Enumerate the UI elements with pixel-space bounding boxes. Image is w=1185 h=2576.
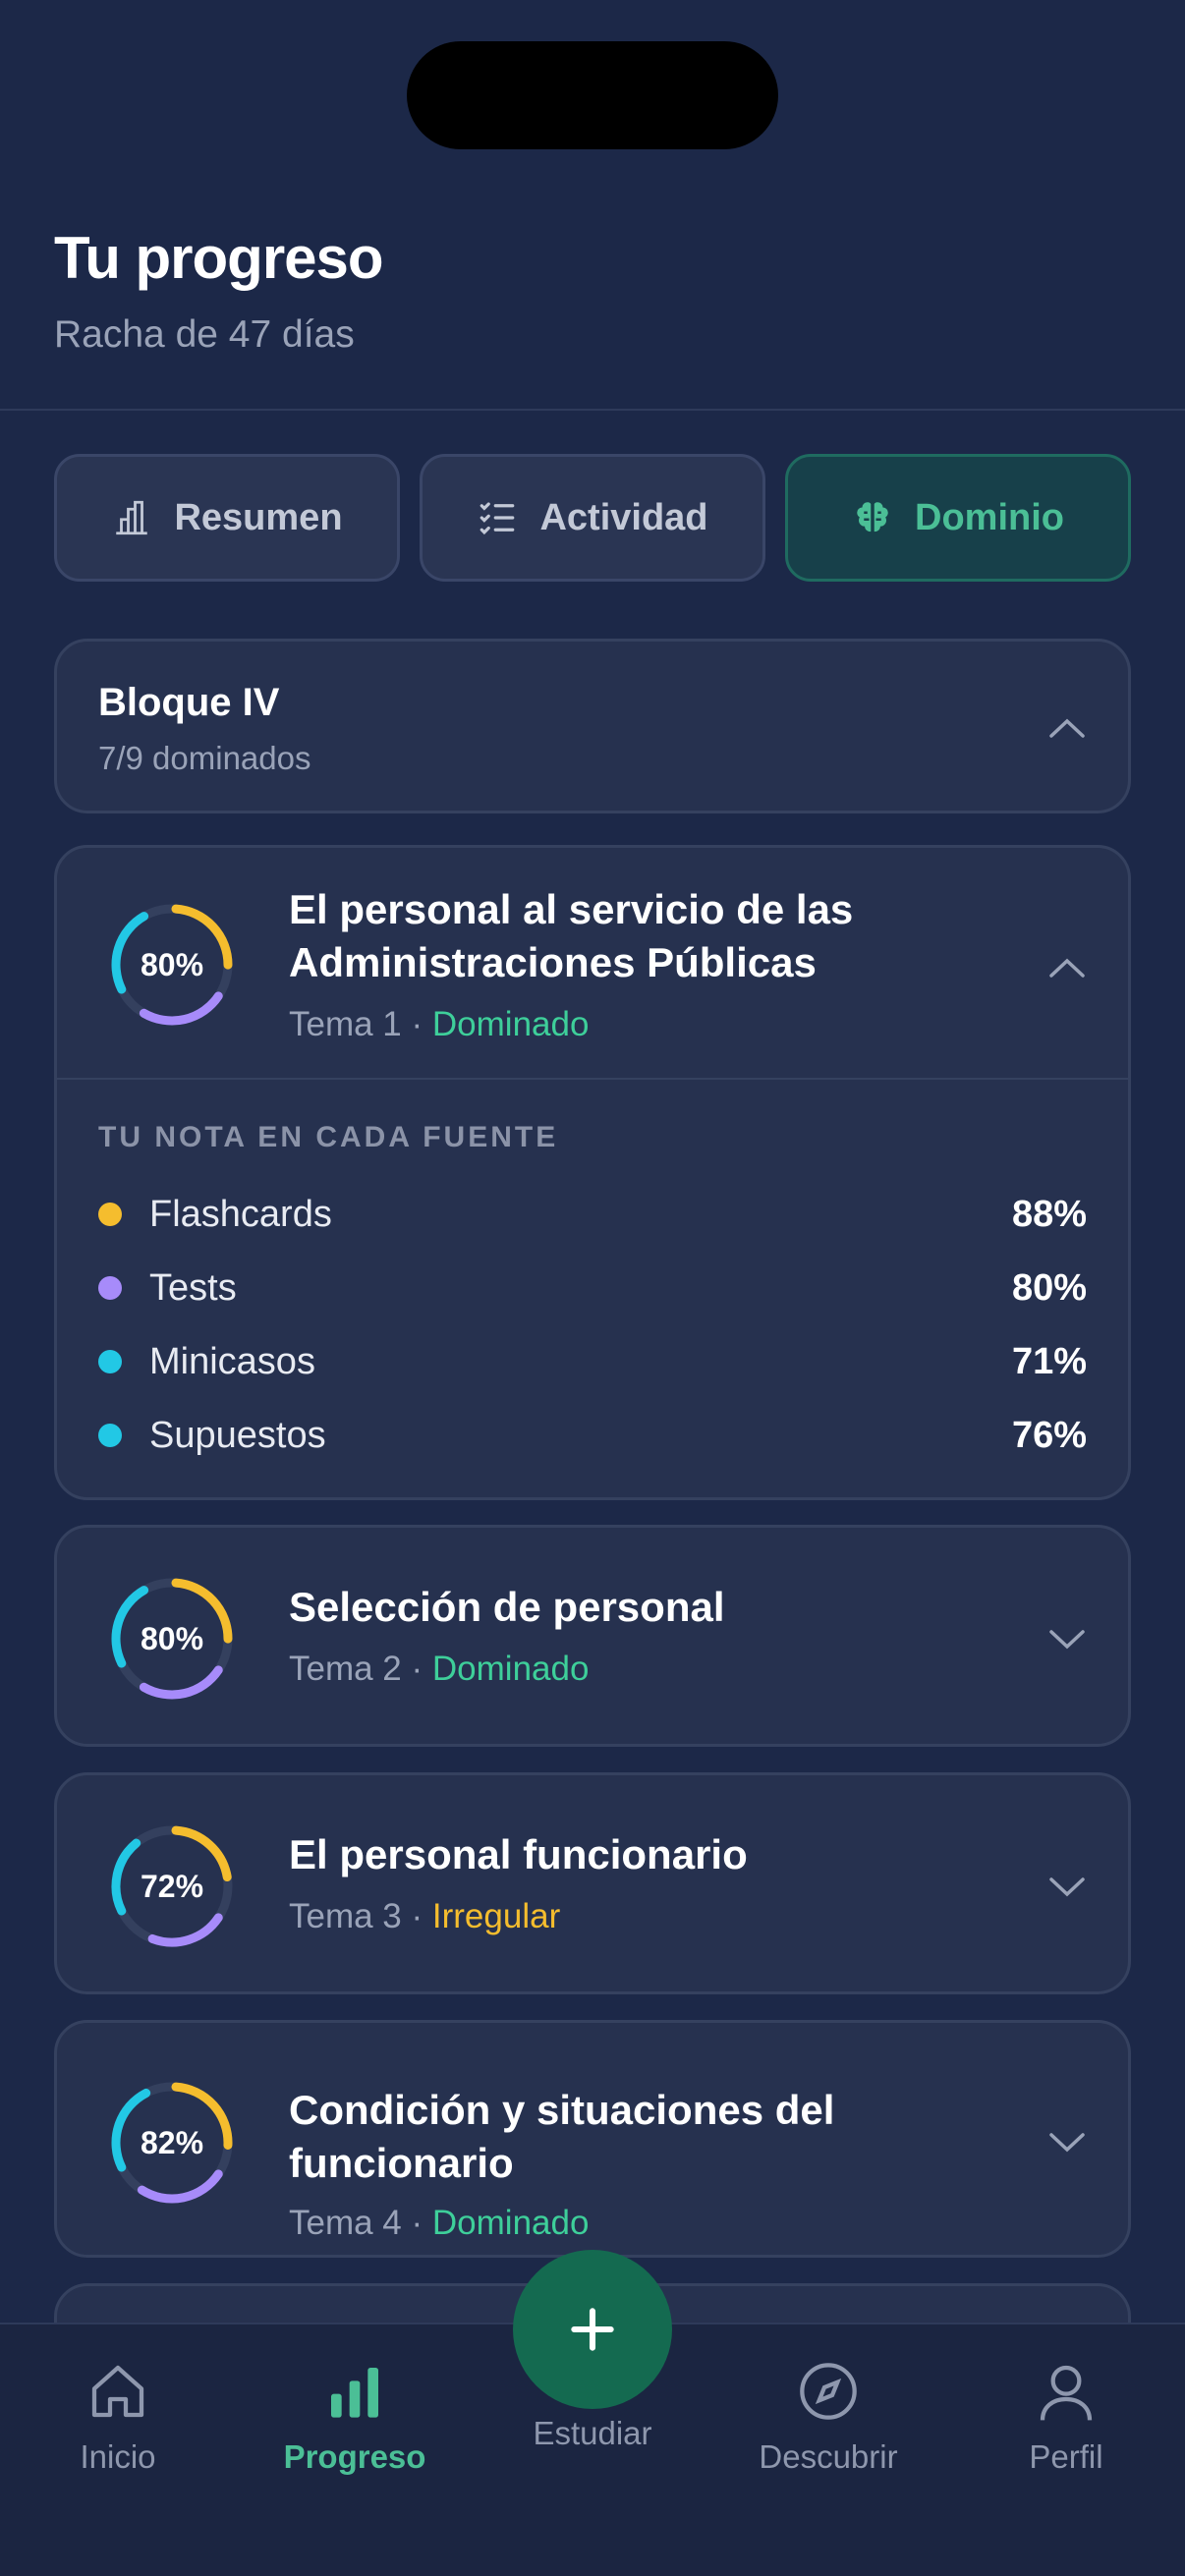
plus-icon: [571, 2308, 614, 2351]
topic-number: Tema 1 ·: [289, 1005, 423, 1043]
block-card[interactable]: Bloque IV 7/9 dominados: [54, 639, 1131, 813]
source-value: 71%: [1011, 1340, 1087, 1382]
topic-title: Condición y situaciones del funcionario: [289, 2087, 835, 2186]
tab-bar: Resumen Actividad Dominio: [54, 454, 1131, 582]
source-name: Tests: [149, 1266, 237, 1309]
topic-number: Tema 4 ·: [289, 2204, 423, 2242]
source-name: Supuestos: [149, 1414, 326, 1456]
home-icon: [91, 2365, 144, 2418]
compass-icon: [800, 2363, 857, 2420]
bar-chart-icon: [331, 2368, 378, 2418]
tab-actividad[interactable]: Actividad: [420, 454, 765, 582]
progress-ring: 82%: [111, 2082, 233, 2204]
brain-icon: [857, 502, 888, 532]
source-dot: [98, 1350, 122, 1373]
ring-percent: 80%: [141, 947, 203, 982]
topic-meta: Tema 1 · Dominado: [289, 1005, 589, 1044]
tab-resumen[interactable]: Resumen: [54, 454, 400, 582]
chevron-up-icon[interactable]: [1047, 716, 1087, 740]
page-title: Tu progreso: [54, 225, 384, 291]
topic-number: Tema 3 ·: [289, 1897, 423, 1935]
progress-ring: 80%: [111, 904, 233, 1026]
progress-ring: 80%: [111, 1578, 233, 1700]
chevron-up-icon[interactable]: [1047, 956, 1087, 980]
topic-status: Dominado: [431, 1005, 590, 1043]
topic-title: El personal al servicio de las Administr…: [289, 886, 854, 985]
topic-meta: Tema 4 · Dominado: [289, 2204, 589, 2243]
nav-descubrir[interactable]: Descubrir: [730, 2360, 927, 2476]
study-fab-button[interactable]: [513, 2250, 672, 2409]
source-dot: [98, 1276, 122, 1300]
sources-heading: TU NOTA EN CADA FUENTE: [98, 1121, 559, 1153]
nav-perfil[interactable]: Perfil: [968, 2360, 1164, 2476]
topic-number: Tema 2 ·: [289, 1650, 423, 1688]
bar-chart-icon: [116, 500, 148, 535]
tab-label: Actividad: [539, 496, 708, 538]
section-divider: [57, 1078, 1128, 1080]
topic-card-3[interactable]: 72% El personal funcionario Tema 3 · Irr…: [54, 1772, 1131, 1994]
nav-label: Perfil: [1029, 2438, 1103, 2475]
source-value: 80%: [1011, 1266, 1087, 1309]
source-row: Flashcards 88%: [98, 1190, 1087, 1239]
dynamic-island: [407, 41, 778, 149]
topic-status: Dominado: [431, 2204, 590, 2242]
topic-status: Dominado: [431, 1650, 590, 1688]
chevron-down-icon[interactable]: [1047, 1628, 1087, 1652]
topic-meta: Tema 3 · Irregular: [289, 1897, 560, 1936]
source-value: 88%: [1011, 1193, 1087, 1235]
topic-status: Irregular: [431, 1897, 561, 1935]
fab-label: Estudiar: [533, 2415, 652, 2451]
streak-subtitle: Racha de 47 días: [54, 313, 355, 356]
block-subtitle: 7/9 dominados: [98, 740, 311, 776]
topic-card-4[interactable]: 82% Condición y situaciones del funciona…: [54, 2020, 1131, 2258]
header-divider: [0, 409, 1185, 411]
source-name: Flashcards: [149, 1193, 332, 1235]
nav-inicio[interactable]: Inicio: [20, 2360, 216, 2476]
source-dot: [98, 1203, 122, 1226]
topic-meta: Tema 2 · Dominado: [289, 1650, 589, 1689]
tab-label: Resumen: [174, 496, 343, 538]
source-value: 76%: [1011, 1414, 1087, 1456]
topic-title: El personal funcionario: [289, 1831, 748, 1877]
page-header: Tu progreso Racha de 47 días: [54, 224, 384, 357]
nav-label: Inicio: [80, 2438, 156, 2475]
source-dot: [98, 1424, 122, 1447]
topic-card-2[interactable]: 80% Selección de personal Tema 2 · Domin…: [54, 1525, 1131, 1747]
nav-label: Progreso: [283, 2438, 426, 2475]
block-title: Bloque IV: [98, 681, 280, 724]
ring-percent: 82%: [141, 2125, 203, 2160]
ring-percent: 72%: [141, 1869, 203, 1904]
progress-ring: 72%: [111, 1825, 233, 1947]
chevron-down-icon[interactable]: [1047, 1876, 1087, 1899]
user-icon: [1040, 2365, 1093, 2421]
topic-title: Selección de personal: [289, 1584, 725, 1630]
source-row: Tests 80%: [98, 1263, 1087, 1313]
topic-card-1[interactable]: 80% El personal al servicio de las Admin…: [54, 845, 1131, 1500]
source-name: Minicasos: [149, 1340, 315, 1382]
nav-progreso[interactable]: Progreso: [256, 2360, 453, 2476]
source-row: Minicasos 71%: [98, 1337, 1087, 1386]
chevron-down-icon[interactable]: [1047, 2131, 1087, 2155]
tab-dominio[interactable]: Dominio: [785, 454, 1131, 582]
source-row: Supuestos 76%: [98, 1411, 1087, 1460]
checklist-icon: [480, 502, 515, 535]
nav-label: Descubrir: [759, 2438, 898, 2475]
ring-percent: 80%: [141, 1621, 203, 1656]
tab-label: Dominio: [915, 496, 1064, 538]
